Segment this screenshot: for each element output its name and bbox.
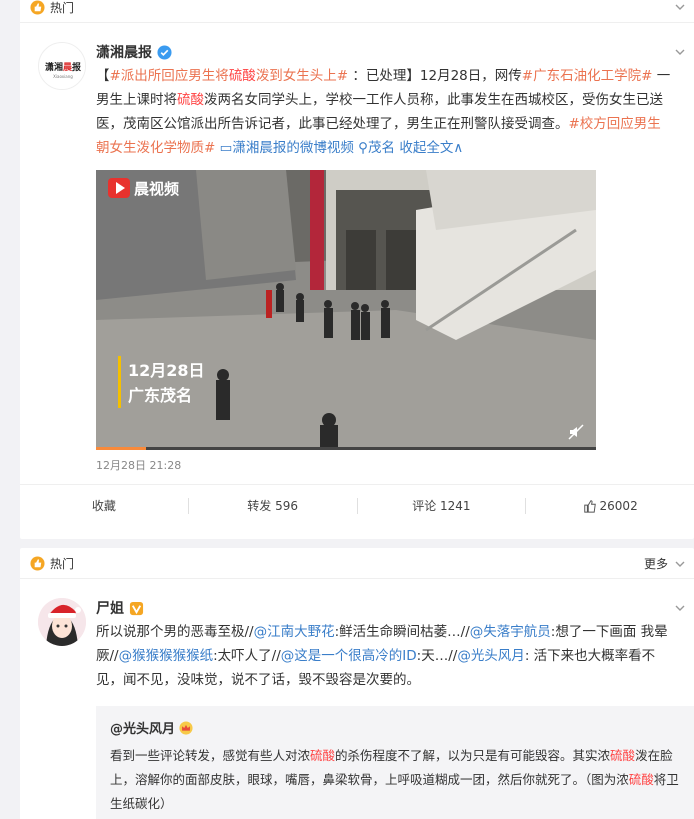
chevron-down-icon[interactable] bbox=[674, 558, 686, 570]
quoted-post: @光头风月 看到一些评论转发，感觉有些人对浓硫酸的杀伤程度不了解，以为只是有可能… bbox=[96, 706, 694, 819]
thumbs-up-icon bbox=[30, 556, 45, 571]
highlight-text: 硫酸 bbox=[310, 748, 336, 763]
mention-link[interactable]: @江南大野花 bbox=[254, 624, 335, 640]
vip-badge-icon bbox=[129, 601, 144, 615]
mention-link[interactable]: @这是一个很高冷的ID bbox=[281, 648, 417, 664]
post-text: 【#派出所回应男生将硫酸泼到女生头上# ：已处理】12月28日，网传#广东石油化… bbox=[96, 64, 672, 160]
hot-header: 热门 bbox=[30, 555, 74, 572]
avatar-santa-girl-icon bbox=[38, 598, 86, 646]
more-button[interactable]: 更多 bbox=[644, 555, 668, 572]
mute-icon[interactable] bbox=[568, 424, 584, 440]
chevron-down-icon[interactable] bbox=[674, 602, 686, 614]
svg-text:潇湘晨报: 潇湘晨报 bbox=[45, 61, 81, 73]
highlight-text: 硫酸 bbox=[228, 68, 256, 84]
quoted-text: 看到一些评论转发，感觉有些人对浓硫酸的杀伤程度不了解，以为只是有可能毁容。其实浓… bbox=[110, 744, 682, 816]
mention-link[interactable]: 收起全文∧ bbox=[399, 140, 463, 156]
chevron-down-icon[interactable] bbox=[674, 46, 686, 58]
quoted-username[interactable]: @光头风月 bbox=[110, 718, 175, 737]
mention-link[interactable]: @失落宇航员 bbox=[470, 624, 551, 640]
avatar-logo-icon: 潇湘晨报 Xiaoxiang bbox=[39, 43, 85, 89]
action-bar: 收藏 转发 596 评论 1241 26002 bbox=[20, 497, 694, 514]
text-segment: 的杀伤程度不了解，以为只是有可能毁容。其实浓 bbox=[335, 748, 611, 763]
thumbs-up-icon bbox=[583, 499, 596, 513]
highlight-text: 硫酸 bbox=[628, 772, 654, 787]
highlight-text: 硫酸 bbox=[610, 748, 636, 763]
text-segment: ：已处理】12月28日，网传 bbox=[348, 68, 522, 84]
mention-link[interactable]: ⚲茂名 bbox=[358, 140, 395, 156]
video-player[interactable]: 晨视频 12月28日 广东茂名 bbox=[96, 170, 596, 450]
text-segment: 所以说那个男的恶毒至极// bbox=[96, 624, 254, 640]
quoted-author: @光头风月 bbox=[110, 718, 193, 737]
text-segment: :鲜活生命瞬间枯萎…// bbox=[334, 624, 470, 640]
collect-button[interactable]: 收藏 bbox=[20, 497, 188, 514]
text-segment: 【 bbox=[96, 68, 110, 84]
svg-text:Xiaoxiang: Xiaoxiang bbox=[53, 74, 73, 79]
text-segment: 看到一些评论转发，感觉有些人对浓 bbox=[110, 748, 311, 763]
mention-link[interactable]: @猴猴猴猴猴纸 bbox=[119, 648, 214, 664]
hashtag-link[interactable]: #广东石油化工学院# bbox=[522, 68, 653, 84]
comment-button[interactable]: 评论 1241 bbox=[358, 497, 526, 514]
verified-badge-icon bbox=[157, 44, 172, 60]
hot-label: 热门 bbox=[50, 557, 75, 571]
post-timestamp[interactable]: 12月28日 21:28 bbox=[96, 457, 181, 473]
thumbs-up-icon bbox=[30, 0, 45, 15]
like-count: 26002 bbox=[599, 498, 638, 513]
comment-label: 评论 1241 bbox=[412, 499, 471, 513]
hot-label: 热门 bbox=[50, 1, 75, 15]
like-button[interactable]: 26002 bbox=[526, 497, 694, 514]
mention-link[interactable]: @光头风月 bbox=[457, 648, 525, 664]
chevron-down-icon[interactable] bbox=[674, 1, 686, 13]
divider bbox=[20, 484, 694, 485]
weibo-post-card: 热门 更多 尸姐 所以说那个男的恶毒至极//@江南大野花:鲜活生命瞬间枯萎…//… bbox=[20, 548, 694, 819]
post-author: 潇湘晨报 bbox=[96, 42, 172, 62]
hashtag-link[interactable]: #派出所回应男生将 bbox=[110, 68, 229, 84]
avatar[interactable] bbox=[38, 598, 86, 646]
video-place: 广东茂名 bbox=[128, 386, 192, 405]
more-label: 更多 bbox=[643, 557, 668, 571]
video-logo: 晨视频 bbox=[134, 180, 179, 198]
weibo-post-card: 热门 潇湘晨报 Xiaoxiang 潇湘晨报 【#派出所回应男生将硫酸泼到女生头… bbox=[20, 0, 694, 539]
username[interactable]: 潇湘晨报 bbox=[96, 42, 152, 62]
highlight-text: 硫酸 bbox=[177, 92, 204, 108]
collect-label: 收藏 bbox=[91, 499, 116, 513]
avatar[interactable]: 潇湘晨报 Xiaoxiang bbox=[38, 42, 86, 90]
text-segment: :天…// bbox=[416, 648, 458, 664]
divider bbox=[20, 22, 694, 23]
repost-button[interactable]: 转发 596 bbox=[189, 497, 357, 514]
username[interactable]: 尸姐 bbox=[96, 598, 124, 618]
crown-badge-icon bbox=[179, 720, 193, 735]
hashtag-link[interactable]: 泼到女生头上# bbox=[256, 68, 348, 84]
video-date: 12月28日 bbox=[128, 361, 205, 380]
post-text: 所以说那个男的恶毒至极//@江南大野花:鲜活生命瞬间枯萎…//@失落宇航员:想了… bbox=[96, 620, 674, 692]
mention-link[interactable]: ▭潇湘晨报的微博视频 bbox=[220, 140, 354, 156]
hot-header: 热门 bbox=[30, 0, 74, 16]
post-author: 尸姐 bbox=[96, 598, 144, 618]
divider bbox=[20, 578, 694, 579]
video-frame: 晨视频 12月28日 广东茂名 bbox=[96, 170, 596, 450]
repost-label: 转发 596 bbox=[247, 499, 298, 513]
text-segment: :太吓人了// bbox=[213, 648, 281, 664]
